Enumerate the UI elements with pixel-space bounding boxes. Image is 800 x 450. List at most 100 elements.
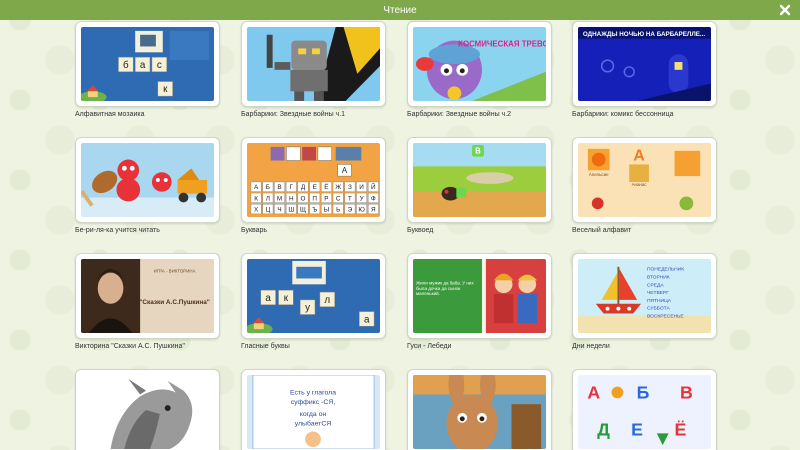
alphabet-key-letter: Т [348, 195, 352, 202]
day-label: ПЯТНИЦА [647, 298, 672, 304]
game-thumbnail[interactable]: ОДНАЖДЫ НОЧЬЮ НА БАРБАРЕЛЛЕ... [572, 21, 717, 107]
game-thumbnail[interactable]: ИГРА - ВИКТОРИНА "Сказки А.С.Пушкина" [75, 253, 220, 339]
game-card[interactable]: Бе-ри-ля-ка учится читать [75, 137, 220, 234]
game-title[interactable]: Гласные буквы [241, 343, 386, 350]
alphabet-key-letter: Ю [358, 206, 365, 213]
suffix-text: Есть у глагола [290, 390, 336, 397]
game-thumbnail[interactable]: а к у л а [241, 253, 386, 339]
game-grid: б а с к Алфавитная мозаика Барбарики: Зв… [0, 0, 800, 450]
game-card[interactable]: А Б В Д Е Ё [572, 369, 717, 450]
day-label: СУББОТА [647, 306, 671, 312]
game-thumbnail[interactable]: Апельсин А Ананас [572, 137, 717, 223]
game-title[interactable]: Барбарики: Звездные войны ч.2 [407, 111, 552, 118]
game-thumbnail[interactable]: В [407, 137, 552, 223]
alphabet-key-letter: Л [266, 195, 270, 202]
alphabet-key-letter: Ш [288, 206, 294, 213]
game-card[interactable] [407, 369, 552, 450]
game-thumbnail[interactable] [407, 369, 552, 450]
alphabet-key-letter: Р [324, 195, 328, 202]
alphabet-key-letter: Е [313, 184, 317, 191]
game-card[interactable]: В Буквоед [407, 137, 552, 234]
game-title[interactable]: Дни недели [572, 343, 717, 350]
game-title[interactable]: Викторина "Сказки А.С. Пушкина" [75, 343, 220, 350]
alphabet-key-letter: Ч [277, 206, 281, 213]
answer-letter: А [342, 166, 348, 175]
alphabet-key-letter: Д [301, 184, 306, 191]
day-label: СРЕДА [647, 282, 664, 288]
alphabet-key-letter: З [348, 184, 352, 191]
alphabet-letter: Б [637, 382, 650, 402]
game-title[interactable]: Барбарики: Звездные войны ч.1 [241, 111, 386, 118]
game-title[interactable]: Бе-ри-ля-ка учится читать [75, 227, 220, 234]
game-thumbnail[interactable] [241, 21, 386, 107]
tile-letter: у [305, 303, 310, 314]
alphabet-key-letter: С [336, 195, 341, 202]
alphabet-key-letter: Х [254, 206, 259, 213]
tile-letter: а [265, 293, 271, 304]
game-thumbnail[interactable]: А Б В Д Е Ё [572, 369, 717, 450]
game-title[interactable]: Веселый алфавит [572, 227, 717, 234]
game-card[interactable]: Жили мужик да баба. У них была дочка да … [407, 253, 552, 350]
game-title[interactable]: Букварь [241, 227, 386, 234]
day-label: ЧЕТВЕРГ [647, 290, 669, 296]
alphabet-letter: Ё [675, 419, 687, 439]
alphabet-letter: Е [631, 419, 643, 439]
word-label: Ананас [632, 182, 648, 187]
alphabet-key-letter: М [277, 195, 282, 202]
story-text: Жили мужик да баба. У них была дочка да … [415, 280, 474, 297]
quiz-label: ИГРА - ВИКТОРИНА [154, 269, 196, 274]
game-title[interactable]: Гуси - Лебеди [407, 343, 552, 350]
game-card[interactable]: ПОНЕДЕЛЬНИК ВТОРНИК СРЕДА ЧЕТВЕРГ ПЯТНИЦ… [572, 253, 717, 350]
day-label: ВТОРНИК [647, 274, 670, 280]
game-thumbnail[interactable]: КОСМИЧЕСКАЯ ТРЕВОГА! [407, 21, 552, 107]
game-card[interactable]: а к у л а Гласные буквы [241, 253, 386, 350]
alphabet-key-letter: И [359, 184, 364, 191]
alphabet-letter: Д [597, 419, 610, 439]
game-thumbnail[interactable]: б а с к [75, 21, 220, 107]
alphabet-letter: А [587, 382, 600, 402]
tile-letter: б [123, 60, 129, 71]
alphabet-key-letter: Ь [336, 206, 340, 213]
tile-letter: л [324, 295, 330, 306]
game-card[interactable]: б а с к Алфавитная мозаика [75, 21, 220, 118]
game-thumbnail[interactable]: ПОНЕДЕЛЬНИК ВТОРНИК СРЕДА ЧЕТВЕРГ ПЯТНИЦ… [572, 253, 717, 339]
game-card[interactable]: ОДНАЖДЫ НОЧЬЮ НА БАРБАРЕЛЛЕ... Барбарики… [572, 21, 717, 118]
alphabet-key-letter: Б [266, 184, 270, 191]
game-card[interactable]: Апельсин А Ананас Веселый алфавит [572, 137, 717, 234]
game-thumbnail[interactable] [75, 137, 220, 223]
alphabet-key-letter: Ъ [312, 206, 317, 213]
alphabet-key-letter: П [312, 195, 317, 202]
game-title[interactable]: Алфавитная мозаика [75, 111, 220, 118]
game-thumbnail[interactable] [75, 369, 220, 450]
alphabet-key-letter: Щ [300, 206, 306, 213]
alphabet-key-letter: Я [371, 206, 376, 213]
suffix-text: улыбаетСЯ [295, 420, 332, 428]
game-card[interactable] [75, 369, 220, 450]
day-label: ПОНЕДЕЛЬНИК [647, 267, 684, 273]
word-label: Апельсин [589, 172, 609, 177]
target-letter: В [475, 147, 481, 156]
alphabet-key-letter: Г [290, 184, 294, 191]
game-card[interactable]: КОСМИЧЕСКАЯ ТРЕВОГА! Барбарики: Звездные… [407, 21, 552, 118]
game-thumbnail[interactable]: Жили мужик да баба. У них была дочка да … [407, 253, 552, 339]
alphabet-key-letter: Ф [371, 195, 376, 202]
banner-text: ОДНАЖДЫ НОЧЬЮ НА БАРБАРЕЛЛЕ... [583, 31, 706, 38]
alphabet-key-letter: Й [371, 182, 376, 191]
alphabet-key-letter: В [277, 184, 281, 191]
game-card[interactable]: Есть у глагола суффикс -СЯ, когда он улы… [241, 369, 386, 450]
alphabet-key-letter: А [254, 184, 259, 191]
game-card[interactable]: ИГРА - ВИКТОРИНА "Сказки А.С.Пушкина" Ви… [75, 253, 220, 350]
game-title[interactable]: Буквоед [407, 227, 552, 234]
tile-letter: к [284, 293, 289, 304]
suffix-text: когда он [300, 411, 327, 418]
game-title[interactable]: Барбарики: комикс бессонница [572, 111, 717, 118]
game-thumbnail[interactable]: А АБВГДЕЁЖЗИЙКЛМНОПРСТУФХЦЧШЩЪЫЬЭЮЯ [241, 137, 386, 223]
alphabet-key-letter: Э [348, 206, 353, 213]
banner-text: КОСМИЧЕСКАЯ ТРЕВОГА! [458, 40, 546, 49]
game-card[interactable]: Барбарики: Звездные войны ч.1 [241, 21, 386, 118]
alphabet-key-letter: Ц [265, 206, 270, 213]
tile-letter: а [364, 314, 370, 325]
alphabet-key-letter: Ы [324, 206, 330, 213]
game-thumbnail[interactable]: Есть у глагола суффикс -СЯ, когда он улы… [241, 369, 386, 450]
game-card[interactable]: А АБВГДЕЁЖЗИЙКЛМНОПРСТУФХЦЧШЩЪЫЬЭЮЯ Букв… [241, 137, 386, 234]
